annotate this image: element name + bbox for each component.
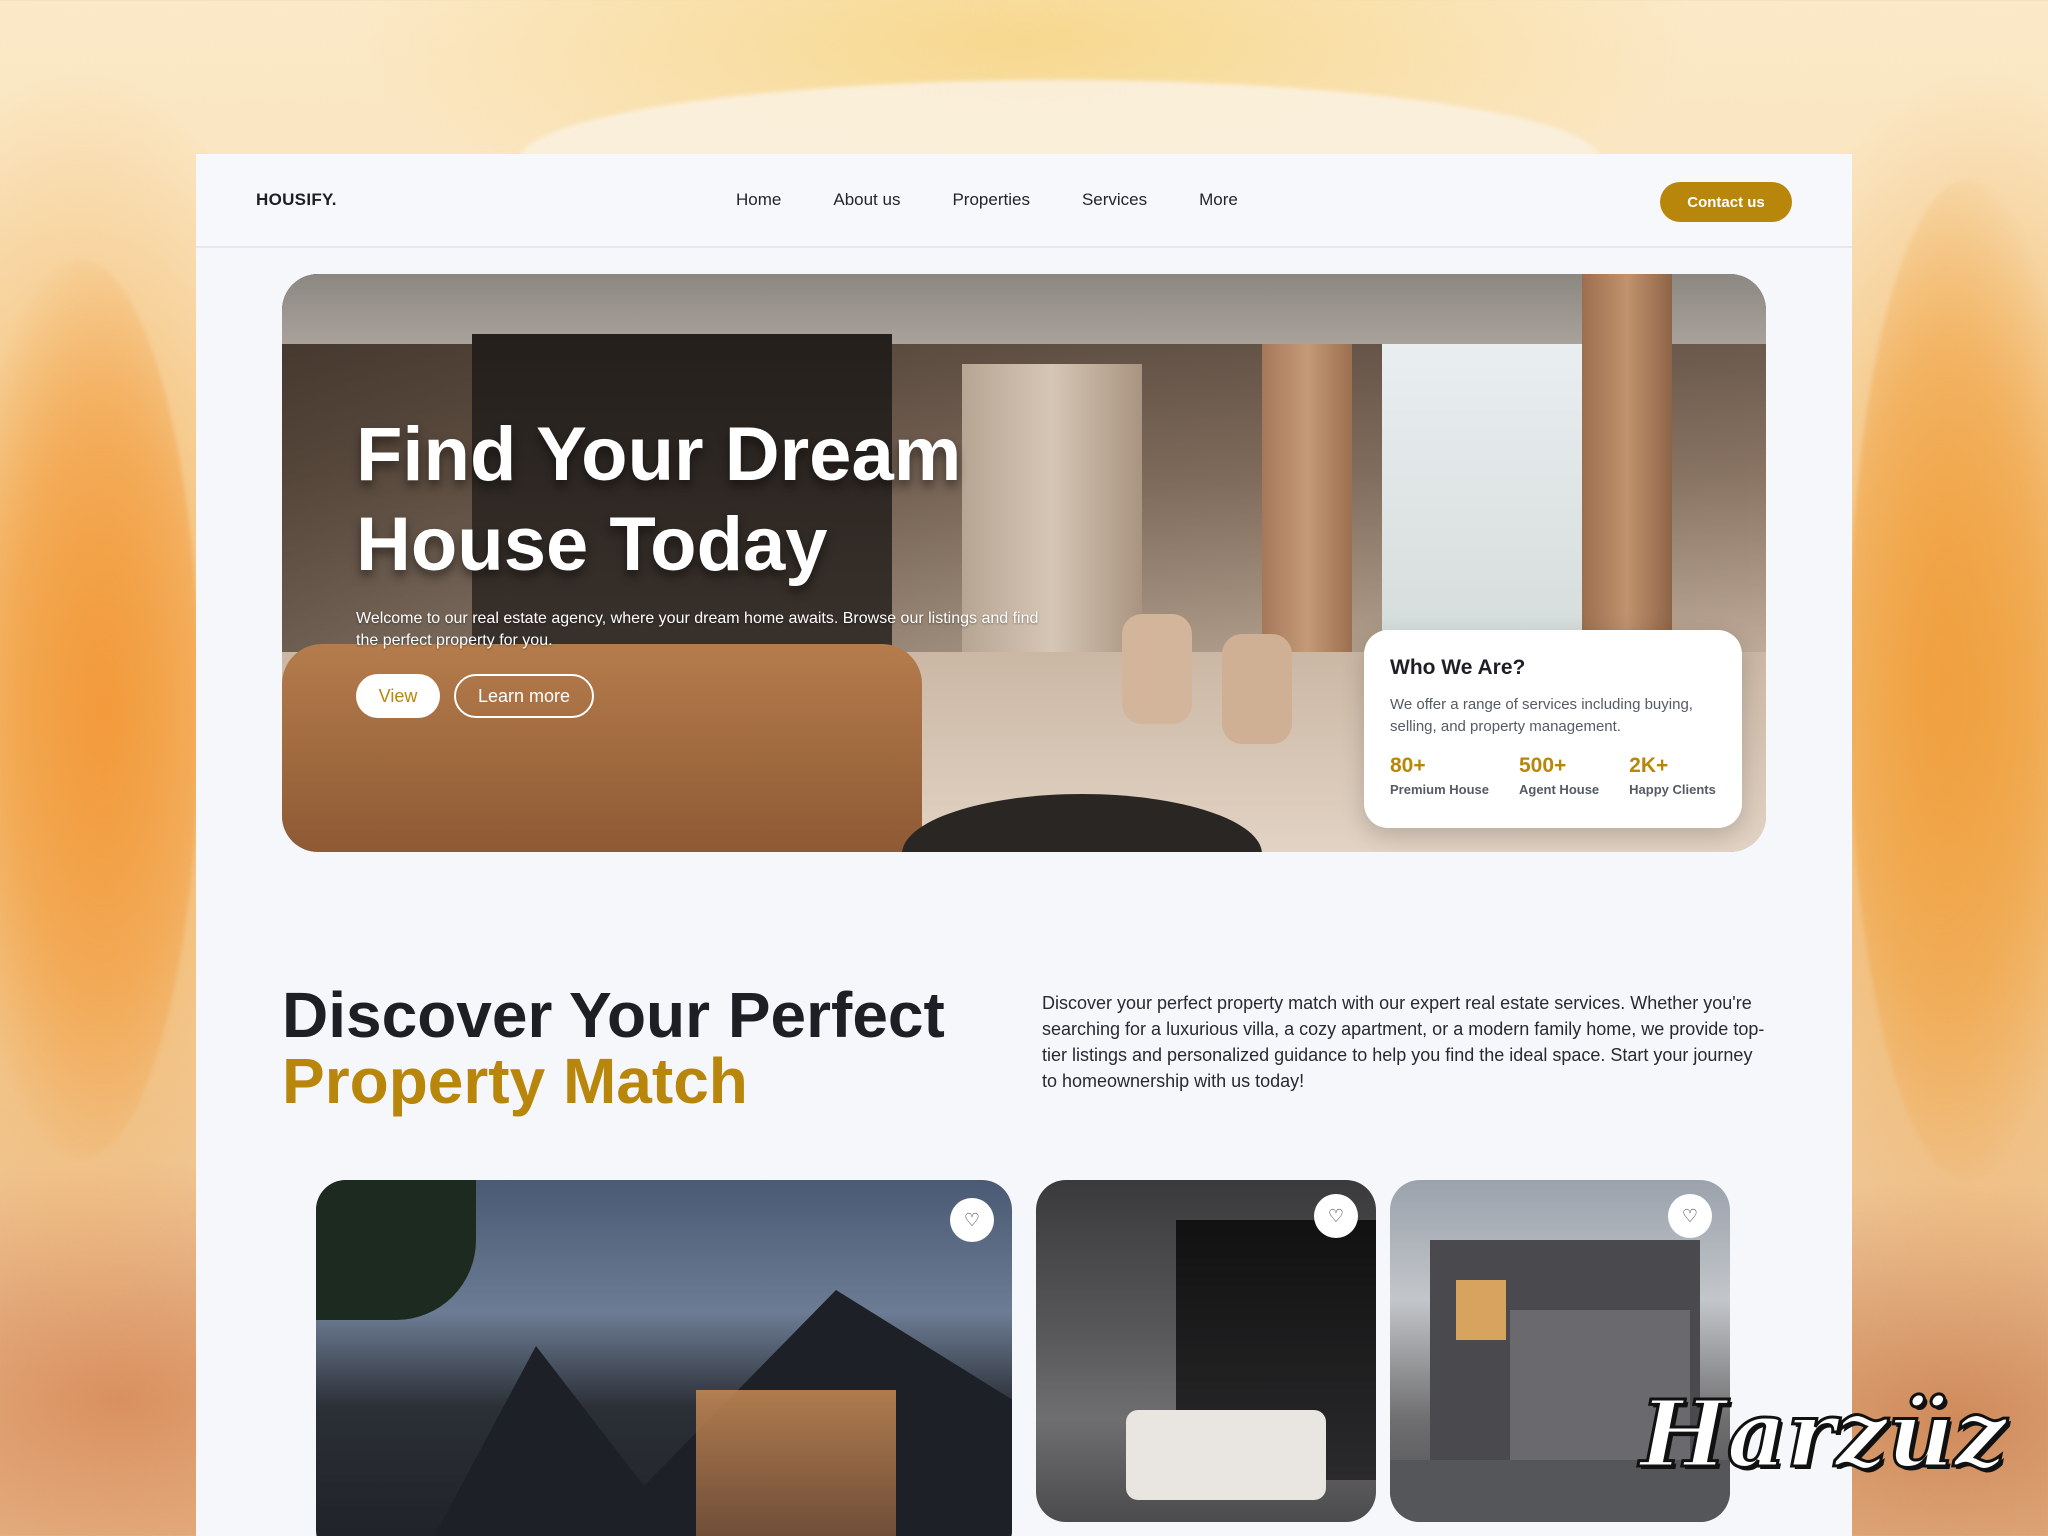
background-blob-left [0,260,200,1160]
discover-heading: Discover Your Perfect Property Match [282,982,945,1114]
background-blob-right [1848,180,2048,1180]
property-card-modern-house[interactable]: ♡ [316,1180,1012,1536]
hero-banner: Find Your Dream House Today Welcome to o… [282,274,1766,852]
top-navigation: HOUSIFY. Home About us Properties Servic… [196,154,1852,248]
hero-image-chair [1122,614,1192,724]
stat-value: 500+ [1518,754,1567,777]
stat-value: 2K+ [1629,754,1669,777]
who-we-are-title: Who We Are? [1390,656,1526,679]
nav-about-us[interactable]: About us [833,190,900,210]
discover-description: Discover your perfect property match wit… [1042,993,1765,1091]
stat-label: Happy Clients [1629,782,1716,797]
heart-icon[interactable]: ♡ [1668,1194,1712,1238]
nav-home[interactable]: Home [736,190,781,210]
property-card-bedroom[interactable]: ♡ [1036,1180,1376,1522]
stat-agent-house: 500+ Agent House [1519,754,1599,797]
heart-icon[interactable]: ♡ [1314,1194,1358,1238]
property-image-bed [1126,1410,1326,1500]
stats-row: 80+ Premium House 500+ Agent House 2K+ H… [1390,754,1716,797]
logo[interactable]: HOUSIFY. [256,190,337,210]
who-we-are-text: We offer a range of services including b… [1390,696,1693,735]
property-image-tree [316,1180,476,1320]
discover-heading-line2: Property Match [282,1045,748,1117]
nav-menu: Home About us Properties Services More [736,190,1238,210]
property-image-glass [696,1390,896,1536]
author-watermark: Harzüz [1638,1379,2007,1490]
hero-image-chair [1222,634,1292,744]
stat-value: 80+ [1390,754,1426,777]
nav-more[interactable]: More [1199,190,1238,210]
nav-properties[interactable]: Properties [952,190,1029,210]
stat-label: Agent House [1518,782,1600,797]
property-image-window [1456,1280,1506,1340]
hero-title: Find Your Dream House Today [356,412,962,587]
discover-heading-line1: Discover Your Perfect [282,979,945,1051]
stat-happy-clients: 2K+ Happy Clients [1629,754,1716,797]
who-we-are-card: Who We Are? We offer a range of services… [1364,630,1742,828]
website-page: HOUSIFY. Home About us Properties Servic… [196,154,1852,1536]
nav-services[interactable]: Services [1082,190,1147,210]
hero-subtitle: Welcome to our real estate agency, where… [356,610,1039,649]
stat-premium-house: 80+ Premium House [1390,754,1489,797]
view-button[interactable]: View [356,674,440,718]
contact-us-button[interactable]: Contact us [1660,182,1792,222]
stat-label: Premium House [1390,782,1489,797]
heart-icon[interactable]: ♡ [950,1198,994,1242]
learn-more-button[interactable]: Learn more [454,674,594,718]
hero-actions: View Learn more [356,674,594,718]
